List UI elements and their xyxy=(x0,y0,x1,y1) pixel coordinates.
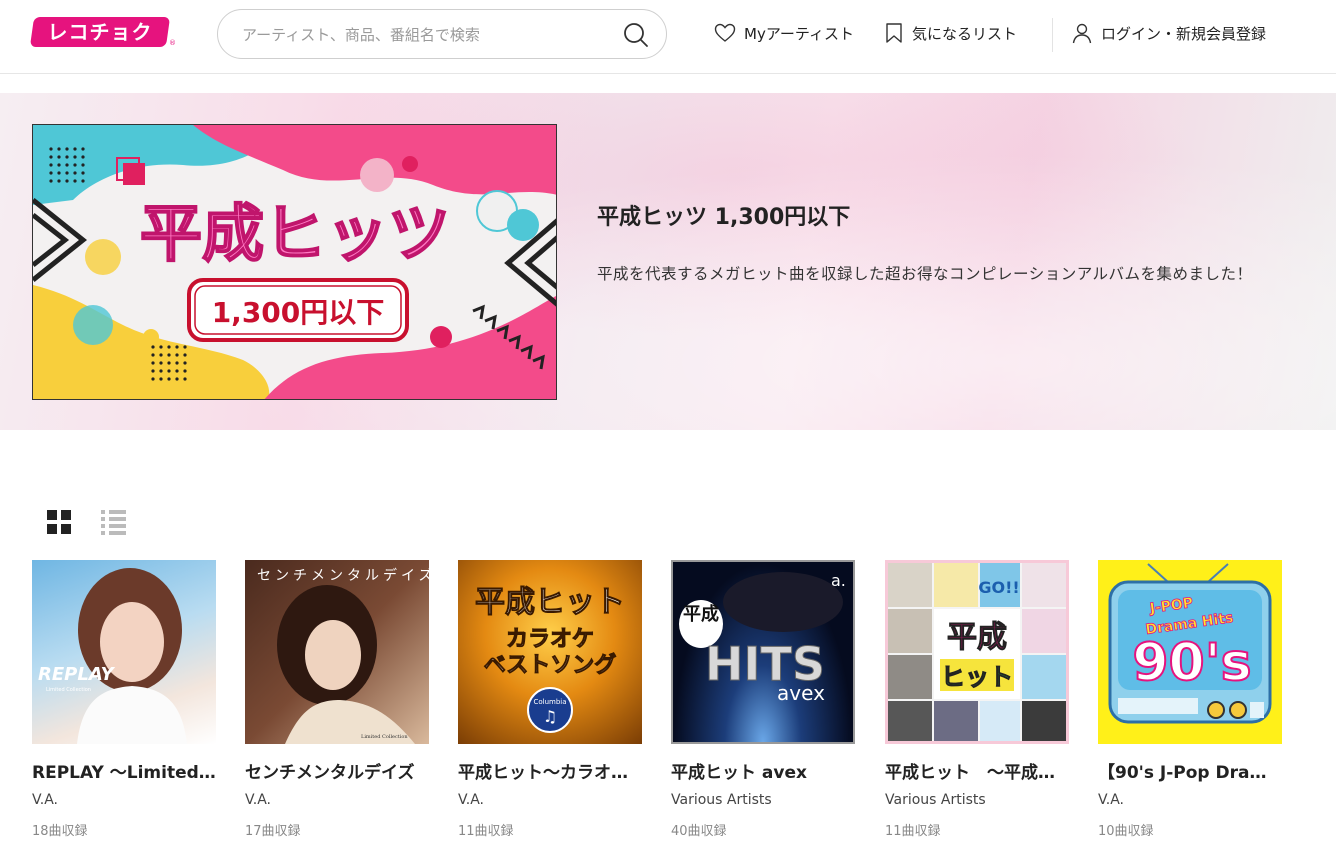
album-card[interactable]: センチメンタルデイズ Limited Collection センチメンタルデイズ… xyxy=(245,560,429,839)
search-input[interactable] xyxy=(242,22,612,48)
my-artist-link[interactable]: Myアーティスト xyxy=(714,20,854,46)
album-cover[interactable]: J-POP Drama Hits 90's xyxy=(1098,560,1282,744)
album-cover[interactable]: REPLAY Limited Collection xyxy=(32,560,216,744)
cover-title-text: 平成 xyxy=(683,603,719,625)
cover-title-text: 平成ヒット xyxy=(475,585,625,620)
album-artist[interactable]: Various Artists xyxy=(671,792,855,808)
wishlist-link[interactable]: 気になるリスト xyxy=(884,20,1017,46)
hero-section: 平成ヒッツ 1,300円以下 平成ヒッツ 1,300円以下 平成を代表するメガヒ… xyxy=(0,93,1336,430)
album-cover[interactable]: a. 平成 HITS avex xyxy=(671,560,855,744)
album-card[interactable]: GO!! 平成 ヒット 平成ヒット 〜平成を彩ったヒット曲 Various Ar… xyxy=(885,560,1069,839)
album-title[interactable]: 平成ヒット 〜平成を彩ったヒット曲 xyxy=(885,758,1069,783)
cover-subtitle-text: ヒット xyxy=(941,663,1013,691)
album-artist[interactable]: V.A. xyxy=(458,792,642,808)
album-cover[interactable]: GO!! 平成 ヒット xyxy=(885,560,1069,744)
cover-subtitle-text: Limited Collection xyxy=(46,687,91,693)
login-link[interactable]: ログイン・新規会員登録 xyxy=(1071,20,1266,46)
album-card[interactable]: J-POP Drama Hits 90's 【90's J-Pop Drama … xyxy=(1098,560,1282,839)
album-cover[interactable]: 平成ヒット カラオケ ベストソング Columbia ♫ xyxy=(458,560,642,744)
login-label: ログイン・新規会員登録 xyxy=(1101,24,1267,43)
album-artist[interactable]: Various Artists xyxy=(885,792,1069,808)
hero-banner-image[interactable]: 平成ヒッツ 1,300円以下 xyxy=(32,124,557,400)
album-artist[interactable]: V.A. xyxy=(32,792,216,808)
cover-title-text: センチメンタルデイズ xyxy=(257,567,429,584)
album-title[interactable]: REPLAY 〜Limited Collection〜 xyxy=(32,758,216,783)
album-cover[interactable]: センチメンタルデイズ Limited Collection xyxy=(245,560,429,744)
album-artist[interactable]: V.A. xyxy=(1098,792,1282,808)
banner-price-text: 1,300円以下 xyxy=(212,296,385,329)
album-track-count: 11曲収録 xyxy=(458,824,514,839)
hero-title: 平成ヒッツ 1,300円以下 xyxy=(597,205,851,230)
cover-title-text: 平成 xyxy=(947,620,1007,655)
nav-divider xyxy=(1052,18,1053,52)
cover-subtitle-text: avex xyxy=(777,681,825,705)
album-track-count: 17曲収録 xyxy=(245,824,301,839)
banner-title-text: 平成ヒッツ xyxy=(140,197,450,270)
grid-view-icon[interactable] xyxy=(46,509,72,535)
cover-go-text: GO!! xyxy=(978,578,1019,597)
album-card[interactable]: 平成ヒット カラオケ ベストソング Columbia ♫ 平成ヒット〜カラオケベ… xyxy=(458,560,642,839)
hero-description: 平成を代表するメガヒット曲を収録した超お得なコンピレーションアルバムを集めました… xyxy=(597,265,1253,283)
album-card[interactable]: a. 平成 HITS avex 平成ヒット avex Various Artis… xyxy=(671,560,855,839)
album-track-count: 40曲収録 xyxy=(671,824,727,839)
album-title[interactable]: 【90's J-Pop Drama Hits】 xyxy=(1098,758,1282,783)
logo-text: レコチョク xyxy=(47,20,153,44)
album-track-count: 10曲収録 xyxy=(1098,824,1154,839)
search-box xyxy=(217,9,667,59)
album-track-count: 18曲収録 xyxy=(32,824,88,839)
album-artist[interactable]: V.A. xyxy=(245,792,429,808)
heart-icon xyxy=(714,23,736,42)
site-header: レコチョク ® Myアーティスト 気になるリスト ログイン・新規会員登録 xyxy=(0,0,1336,74)
user-icon xyxy=(1072,23,1092,44)
album-track-count: 11曲収録 xyxy=(885,824,941,839)
cover-subtitle-text: カラオケ xyxy=(506,627,594,652)
bookmark-icon xyxy=(886,23,902,43)
cover-subtitle-text: 90's xyxy=(1132,633,1251,693)
cover-subtitle-text: ベストソング xyxy=(484,652,616,678)
search-icon[interactable] xyxy=(622,21,650,49)
album-title[interactable]: 平成ヒット avex xyxy=(671,758,855,783)
avex-logo: a. xyxy=(831,571,846,590)
album-title[interactable]: センチメンタルデイズ xyxy=(245,758,429,783)
recochoku-logo[interactable]: レコチョク ® xyxy=(29,17,176,49)
cover-title-text: REPLAY xyxy=(38,664,116,685)
list-view-icon[interactable] xyxy=(100,509,128,535)
banner-artwork: 平成ヒッツ 1,300円以下 xyxy=(33,125,556,399)
my-artist-label: Myアーティスト xyxy=(744,24,855,43)
logo-registered-mark: ® xyxy=(169,39,176,47)
album-card[interactable]: REPLAY Limited Collection REPLAY 〜Limite… xyxy=(32,560,216,839)
music-note-icon: ♫ xyxy=(543,707,557,726)
columbia-label: Columbia xyxy=(533,698,566,706)
wishlist-label: 気になるリスト xyxy=(912,24,1018,43)
cover-subtitle-text: Limited Collection xyxy=(361,734,408,740)
album-title[interactable]: 平成ヒット〜カラオケベストソング xyxy=(458,758,642,783)
